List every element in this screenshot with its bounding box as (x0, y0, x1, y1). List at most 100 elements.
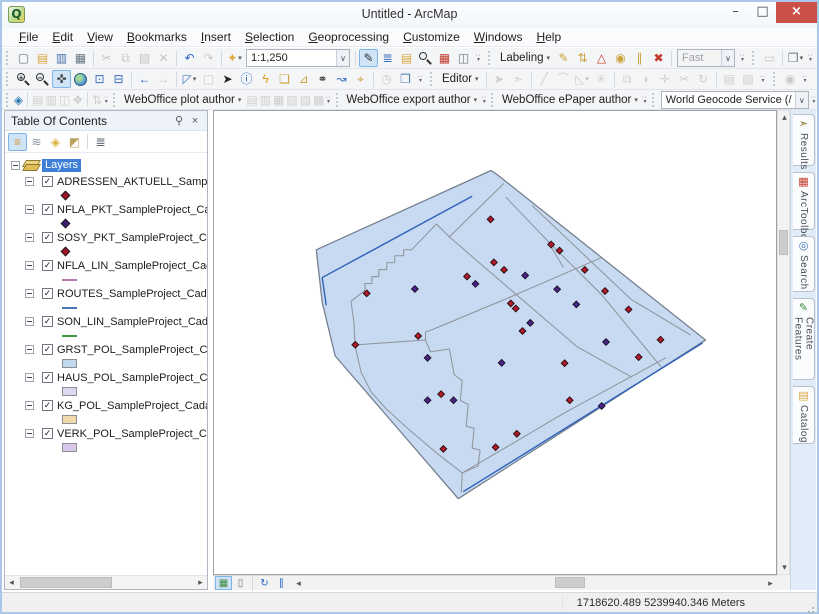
swap-layers-icon[interactable]: ⇅ (91, 91, 103, 109)
toolbar-grip[interactable] (336, 93, 340, 107)
map-vscroll-thumb[interactable] (779, 230, 788, 255)
menu-geoprocessing[interactable]: Geoprocessing (301, 29, 396, 45)
layer-symbol-fill[interactable] (62, 415, 77, 424)
clear-selected-features-icon[interactable]: ▢ (199, 70, 218, 88)
collapse-icon[interactable] (25, 317, 34, 326)
resize-grip[interactable] (812, 607, 814, 609)
menu-insert[interactable]: Insert (194, 29, 238, 45)
edit-tool-icon[interactable]: ➤ (490, 70, 509, 88)
layer-item[interactable]: ✓KG_POL_SampleProject_Cadaster_ (25, 398, 207, 426)
dock-tab-arctoolbox[interactable]: ▦ArcToolbox (793, 172, 815, 230)
label-manager-icon[interactable]: ✎ (554, 49, 573, 67)
chevron-down-icon[interactable]: ∨ (721, 50, 734, 66)
open-time-slider-icon[interactable]: ◷ (377, 70, 396, 88)
layer-item[interactable]: ✓ADRESSEN_AKTUELL_SampleProjec (25, 174, 207, 202)
layer-visibility-checkbox[interactable]: ✓ (42, 260, 53, 271)
layer-item[interactable]: ✓NFLA_PKT_SampleProject_Cadaste (25, 202, 207, 230)
chevron-down-icon[interactable]: ∨ (795, 92, 808, 108)
delete-icon[interactable]: ✕ (154, 49, 173, 67)
cut-icon[interactable]: ✂ (97, 49, 116, 67)
list-by-visibility-icon[interactable]: ◈ (46, 133, 65, 151)
map-hscroll-track[interactable] (305, 576, 764, 590)
toolbar-grip[interactable] (652, 93, 656, 107)
collapse-icon[interactable] (25, 401, 34, 410)
map-vertical-scrollbar[interactable]: ▴ ▾ (777, 110, 790, 575)
toolbar-overflow-button[interactable]: ▾ (758, 70, 769, 88)
toolbar-overflow-button[interactable]: ▾ (642, 91, 648, 109)
sketch-properties-icon[interactable]: ▧ (739, 70, 758, 88)
collapse-icon[interactable] (25, 345, 34, 354)
layer-name[interactable]: SOSY_PKT_SampleProject_Cadaste (57, 232, 207, 244)
edit-annotation-tool-icon[interactable]: ➣ (509, 70, 528, 88)
plot-settings-icon[interactable]: ▩ (312, 91, 325, 109)
list-by-drawing-order-icon[interactable]: ≡ (8, 133, 27, 151)
layer-visibility-checkbox[interactable]: ✓ (42, 232, 53, 243)
toolbar-grip[interactable] (6, 51, 11, 65)
layer-name[interactable]: KG_POL_SampleProject_Cadaster_ (57, 400, 207, 412)
menu-windows[interactable]: Windows (467, 29, 530, 45)
create-viewer-window-icon[interactable]: ❒ (396, 70, 415, 88)
stop-labeling-icon[interactable]: ✖ (649, 49, 668, 67)
layer-item[interactable]: ✓GRST_POL_SampleProject_Cadaste (25, 342, 207, 370)
menu-view[interactable]: View (80, 29, 120, 45)
layer-name[interactable]: ROUTES_SampleProject_Cadaster_ (57, 288, 207, 300)
split-tool-icon[interactable]: ✂ (675, 70, 694, 88)
editor-toolbar-toggle-icon[interactable]: ✎ (359, 49, 378, 67)
toc-root-item[interactable]: Layers (11, 157, 207, 174)
compare-icon[interactable]: ❖ (71, 91, 84, 109)
viewer-icon[interactable]: ❒▾ (786, 49, 805, 67)
layout-view-button[interactable]: ▯ (232, 576, 249, 590)
pin-icon[interactable]: ⚲ (171, 114, 187, 127)
select-features-icon[interactable]: ◸▾ (180, 70, 199, 88)
layer-visibility-checkbox[interactable]: ✓ (42, 372, 53, 383)
save-icon[interactable]: ▥ (52, 49, 71, 67)
toolbar-grip[interactable] (6, 72, 11, 86)
scroll-left-icon[interactable]: ◂ (5, 576, 18, 589)
toolbar-overflow-button[interactable]: ▾ (103, 91, 109, 109)
menu-help[interactable]: Help (529, 29, 568, 45)
layer-item[interactable]: ✓VERK_POL_SampleProject_Cadaste (25, 426, 207, 454)
scroll-right-icon[interactable]: ▸ (764, 577, 777, 590)
menu-file[interactable]: File (12, 29, 45, 45)
toolbar-overflow-button[interactable]: ▾ (811, 91, 817, 109)
layer-name[interactable]: GRST_POL_SampleProject_Cadaste (57, 344, 207, 356)
fixed-zoom-out-icon[interactable]: ⊟ (109, 70, 128, 88)
close-icon[interactable]: × (187, 115, 203, 127)
menu-edit[interactable]: Edit (45, 29, 80, 45)
toolbar-overflow-button[interactable]: ▾ (800, 70, 811, 88)
plot-new-icon[interactable]: ▤ (245, 91, 258, 109)
layer-visibility-checkbox[interactable]: ✓ (42, 316, 53, 327)
layer-symbol-fill[interactable] (62, 387, 77, 396)
effects-icon[interactable]: ◫ (58, 91, 71, 109)
go-to-xy-icon[interactable]: ⌖ (351, 70, 370, 88)
identify-icon[interactable]: ⓘ (237, 70, 256, 88)
layer-item[interactable]: ✓ HAUS_POL_SampleProject_Cadast (25, 370, 207, 398)
label-weight-ranking-icon[interactable]: △ (592, 49, 611, 67)
label-priority-ranking-icon[interactable]: ⇅ (573, 49, 592, 67)
map-scale-combo[interactable]: 1:1,250∨ (246, 49, 350, 67)
print-icon[interactable]: ▦ (71, 49, 90, 67)
move-feature-icon[interactable]: ✛ (656, 70, 675, 88)
toolbar-overflow-button[interactable]: ▾ (325, 91, 331, 109)
fixed-zoom-in-icon[interactable]: ⊡ (90, 70, 109, 88)
layer-name[interactable]: SON_LIN_SampleProject_Cadaster_ (57, 316, 207, 328)
find-route-icon[interactable]: ↝ (332, 70, 351, 88)
go-back-extent-icon[interactable]: ← (135, 70, 154, 88)
layer-name[interactable]: HAUS_POL_SampleProject_Cadast (57, 372, 207, 384)
data-frame-label[interactable]: Layers (42, 159, 81, 172)
hyperlink-icon[interactable]: ϟ (256, 70, 275, 88)
layer-visibility-checkbox[interactable]: ✓ (42, 204, 53, 215)
collapse-icon[interactable] (25, 373, 34, 382)
cut-polygons-icon[interactable]: ⧉ (618, 70, 637, 88)
collapse-icon[interactable] (25, 205, 34, 214)
plot-print-icon[interactable]: ▧ (285, 91, 298, 109)
layer-item[interactable]: ✓ROUTES_SampleProject_Cadaster_ (25, 286, 207, 314)
dock-tab-create-features[interactable]: ✎Create Features (793, 298, 815, 380)
dock-tab-search[interactable]: ◎Search (793, 236, 815, 292)
toolbar-grip[interactable] (488, 51, 493, 65)
label-engine-combo[interactable]: Fast∨ (677, 49, 735, 67)
map-view[interactable] (213, 110, 777, 575)
toolbar-overflow-button[interactable]: ▾ (473, 49, 484, 67)
dock-tab-catalog[interactable]: ▤Catalog (793, 386, 815, 444)
undo-icon[interactable]: ↶ (180, 49, 199, 67)
